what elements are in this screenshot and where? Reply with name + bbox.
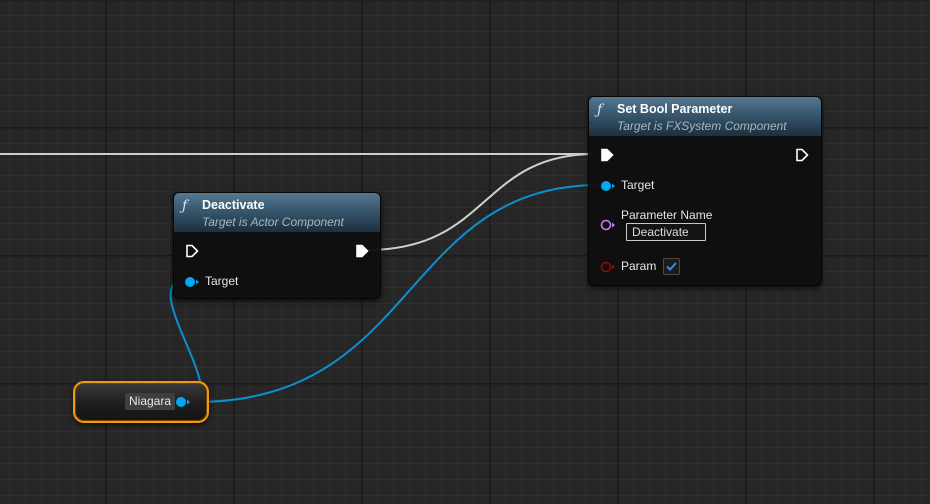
function-icon: ƒ	[182, 198, 188, 214]
niagara-variable-node[interactable]: Niagara	[73, 381, 209, 423]
object-pin-icon[interactable]	[175, 395, 191, 409]
object-pin-icon[interactable]	[600, 179, 616, 193]
param-checkbox[interactable]	[663, 258, 680, 275]
deactivate-node-header[interactable]: ƒ Deactivate Target is Actor Component	[174, 193, 380, 232]
function-icon: ƒ	[597, 102, 603, 118]
name-pin-icon[interactable]	[600, 218, 616, 232]
set-bool-parameter-node-header[interactable]: ƒ Set Bool Parameter Target is FXSystem …	[589, 97, 821, 136]
exec-out-pin-icon[interactable]	[795, 148, 809, 162]
target-pin-label: Target	[621, 178, 655, 192]
checkmark-icon	[666, 262, 677, 271]
deactivate-node-subtitle: Target is Actor Component	[202, 215, 344, 229]
variable-label: Niagara	[125, 393, 176, 410]
exec-wire-deactivate-to-set-bool[interactable]	[366, 153, 596, 251]
deactivate-node-title: Deactivate	[202, 198, 265, 212]
deactivate-node[interactable]: ƒ Deactivate Target is Actor Component T…	[173, 192, 381, 299]
set-bool-parameter-node-title: Set Bool Parameter	[617, 102, 733, 116]
set-bool-parameter-node-subtitle: Target is FXSystem Component	[617, 119, 787, 133]
set-bool-parameter-node[interactable]: ƒ Set Bool Parameter Target is FXSystem …	[588, 96, 822, 286]
param-pin-label: Param	[621, 259, 657, 273]
exec-out-pin-icon[interactable]	[355, 244, 369, 258]
bool-pin-icon[interactable]	[600, 260, 616, 274]
object-pin-icon[interactable]	[184, 275, 200, 289]
exec-in-pin-icon[interactable]	[185, 244, 199, 258]
parameter-name-pin-label: Parameter Name	[621, 208, 713, 222]
exec-in-pin-icon[interactable]	[600, 148, 614, 162]
parameter-name-input[interactable]: Deactivate	[626, 223, 706, 241]
target-pin-label: Target	[205, 274, 239, 288]
